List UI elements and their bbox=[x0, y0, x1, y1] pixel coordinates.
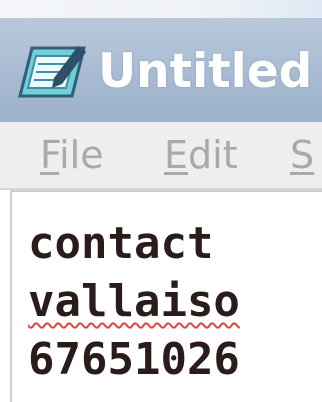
notepad-icon bbox=[18, 46, 86, 98]
menu-file-label: ile bbox=[59, 133, 104, 177]
editor-line-misspelled: vallaiso bbox=[28, 276, 240, 327]
menu-edit-label: dit bbox=[188, 133, 238, 177]
editor-line: 67651026 bbox=[28, 334, 240, 385]
title-bar[interactable]: Untitled - bbox=[0, 18, 322, 122]
menu-bar: File Edit S bbox=[0, 122, 322, 190]
menu-search-mnemonic: S bbox=[290, 133, 315, 177]
notepad-window: Untitled - File Edit S contact vallaiso … bbox=[0, 0, 322, 402]
menu-search[interactable]: S bbox=[290, 132, 314, 178]
menu-file-mnemonic: F bbox=[40, 133, 60, 177]
menu-edit-mnemonic: E bbox=[164, 133, 189, 177]
window-title: Untitled - bbox=[98, 44, 322, 99]
desktop-edge bbox=[0, 0, 322, 18]
menu-file[interactable]: File bbox=[40, 132, 104, 178]
menu-edit[interactable]: Edit bbox=[164, 132, 238, 178]
text-editor[interactable]: contact vallaiso 67651026 bbox=[10, 190, 322, 402]
editor-line: contact bbox=[28, 218, 214, 269]
